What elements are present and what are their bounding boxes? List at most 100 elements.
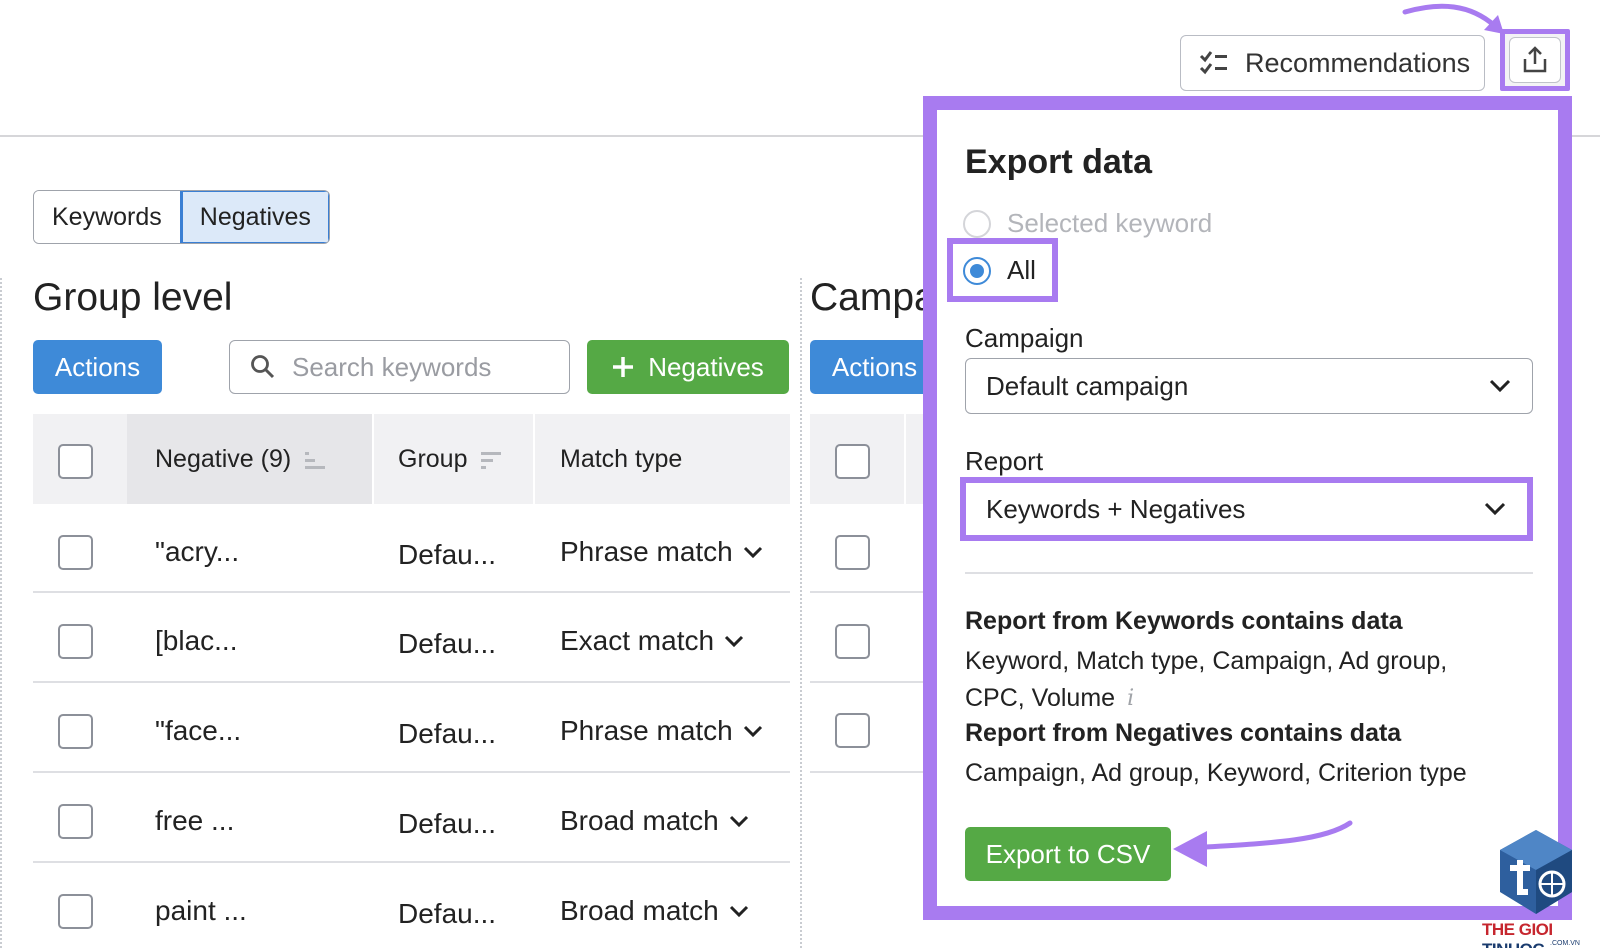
watermark-logo-icon [1500, 830, 1572, 914]
checklist-icon [1199, 50, 1229, 76]
campaign-table-header [810, 414, 940, 504]
keywords-report-heading: Report from Keywords contains data [965, 607, 1403, 635]
group-column-header[interactable]: Group [398, 445, 503, 474]
group-cell: Defau... [398, 808, 497, 839]
sort-icon [481, 451, 502, 469]
chevron-down-icon [729, 905, 748, 918]
radio-all[interactable] [963, 256, 991, 285]
row-divider [810, 591, 940, 593]
negative-cell: paint ... [155, 895, 247, 926]
match-type-dropdown[interactable]: Phrase match [560, 715, 763, 747]
section-divider [800, 278, 802, 948]
view-toggle: Keywords Negatives [33, 190, 330, 244]
campaign-field-label: Campaign [965, 323, 1084, 353]
search-input[interactable]: Search keywords [229, 340, 570, 394]
chevron-down-icon [743, 546, 762, 559]
report-field-label: Report [965, 446, 1044, 476]
search-placeholder: Search keywords [292, 351, 492, 382]
match-type-dropdown[interactable]: Exact match [560, 625, 744, 657]
table-row: "acry... Defau... Phrase match [33, 504, 790, 593]
search-icon [251, 355, 275, 379]
match-type-dropdown[interactable]: Phrase match [560, 536, 763, 568]
info-icon[interactable]: i [1127, 680, 1134, 717]
watermark-brand-blue: TINHOC [1482, 940, 1545, 948]
all-label: All [1007, 255, 1036, 285]
report-select-value: Keywords + Negatives [986, 493, 1246, 524]
match-type-value: Exact match [560, 625, 715, 656]
row-checkbox[interactable] [58, 714, 93, 749]
export-to-csv-button[interactable]: Export to CSV [965, 827, 1171, 881]
annotation-arrow-csv [1173, 820, 1353, 867]
header-col-sep [372, 414, 374, 504]
match-type-value: Broad match [560, 895, 719, 926]
campaign-level-title: Campa [810, 276, 936, 319]
tab-keywords[interactable]: Keywords [34, 191, 180, 243]
export-button[interactable] [1500, 29, 1570, 91]
row-checkbox[interactable] [58, 535, 93, 570]
group-actions-button[interactable]: Actions [33, 340, 162, 394]
negative-cell: free ... [155, 805, 235, 836]
group-level-title: Group level [33, 276, 233, 319]
chevron-down-icon [725, 635, 744, 648]
negative-cell: [blac... [155, 625, 238, 656]
campaign-select[interactable]: Default campaign [965, 358, 1533, 414]
group-cell: Defau... [398, 718, 497, 749]
watermark-brand-red: THE GIOI [1482, 920, 1553, 939]
campaign-row-checkbox[interactable] [835, 535, 870, 570]
select-all-checkbox[interactable] [58, 444, 93, 479]
table-row: [blac... Defau... Exact match [33, 593, 790, 683]
plus-icon [613, 357, 634, 377]
keywords-report-fields-line2-row: CPC, Volume i [965, 680, 1134, 717]
option-selected-keyword[interactable]: Selected keyword [963, 208, 1212, 239]
chevron-down-icon [1484, 502, 1506, 516]
export-button-face[interactable] [1509, 37, 1561, 83]
watermark-logo-text: THE GIOI TINHOC [1482, 920, 1600, 948]
table-row: paint ... Defau... Broad match [33, 863, 790, 948]
match-type-value: Broad match [560, 805, 719, 836]
campaign-select-all-checkbox[interactable] [835, 444, 870, 479]
chevron-down-icon [1489, 379, 1511, 393]
keywords-report-fields-line1: Keyword, Match type, Campaign, Ad group, [965, 647, 1448, 675]
group-cell: Defau... [398, 539, 497, 570]
match-type-column-header: Match type [560, 445, 683, 473]
group-cell: Defau... [398, 898, 497, 929]
match-type-dropdown[interactable]: Broad match [560, 805, 749, 837]
table-row: "face... Defau... Phrase match [33, 683, 790, 773]
panel-separator [965, 572, 1533, 574]
negative-cell: "face... [155, 715, 242, 746]
add-negatives-button[interactable]: Negatives [587, 340, 789, 394]
campaign-row-checkbox[interactable] [835, 624, 870, 659]
chevron-down-icon [729, 815, 748, 828]
group-table-body: "acry... Defau... Phrase match [blac... … [33, 504, 790, 948]
match-type-dropdown[interactable]: Broad match [560, 895, 749, 927]
negative-cell: "acry... [155, 536, 240, 567]
radio-selected-keyword[interactable] [963, 209, 991, 238]
negatives-report-heading: Report from Negatives contains data [965, 719, 1402, 747]
keywords-report-fields-line2: CPC, Volume [965, 684, 1116, 712]
row-divider [810, 681, 940, 683]
negative-column-header[interactable]: Negative (9) [155, 445, 327, 474]
table-row: free ... Defau... Broad match [33, 773, 790, 863]
export-panel-title: Export data [965, 143, 1153, 181]
match-type-value: Phrase match [560, 715, 733, 746]
row-checkbox[interactable] [58, 624, 93, 659]
chevron-down-icon [743, 725, 762, 738]
match-type-value: Phrase match [560, 536, 733, 567]
campaign-row-checkbox[interactable] [835, 713, 870, 748]
group-column-label: Group [398, 445, 468, 473]
header-col-sep [904, 414, 906, 504]
campaign-select-value: Default campaign [986, 370, 1189, 401]
left-edge-divider [0, 278, 2, 948]
row-checkbox[interactable] [58, 894, 93, 929]
row-divider [810, 771, 940, 773]
row-checkbox[interactable] [58, 804, 93, 839]
campaign-actions-button[interactable]: Actions [810, 340, 939, 394]
tab-negatives[interactable]: Negatives [179, 191, 329, 243]
watermark-domain: .COM.VN [1550, 940, 1580, 947]
group-cell: Defau... [398, 628, 497, 659]
negatives-report-fields: Campaign, Ad group, Keyword, Criterion t… [965, 759, 1467, 787]
option-all[interactable]: All [963, 255, 1036, 286]
recommendations-button[interactable]: Recommendations [1180, 35, 1485, 91]
report-select[interactable]: Keywords + Negatives [966, 483, 1527, 535]
negative-column-label: Negative (9) [155, 445, 292, 473]
